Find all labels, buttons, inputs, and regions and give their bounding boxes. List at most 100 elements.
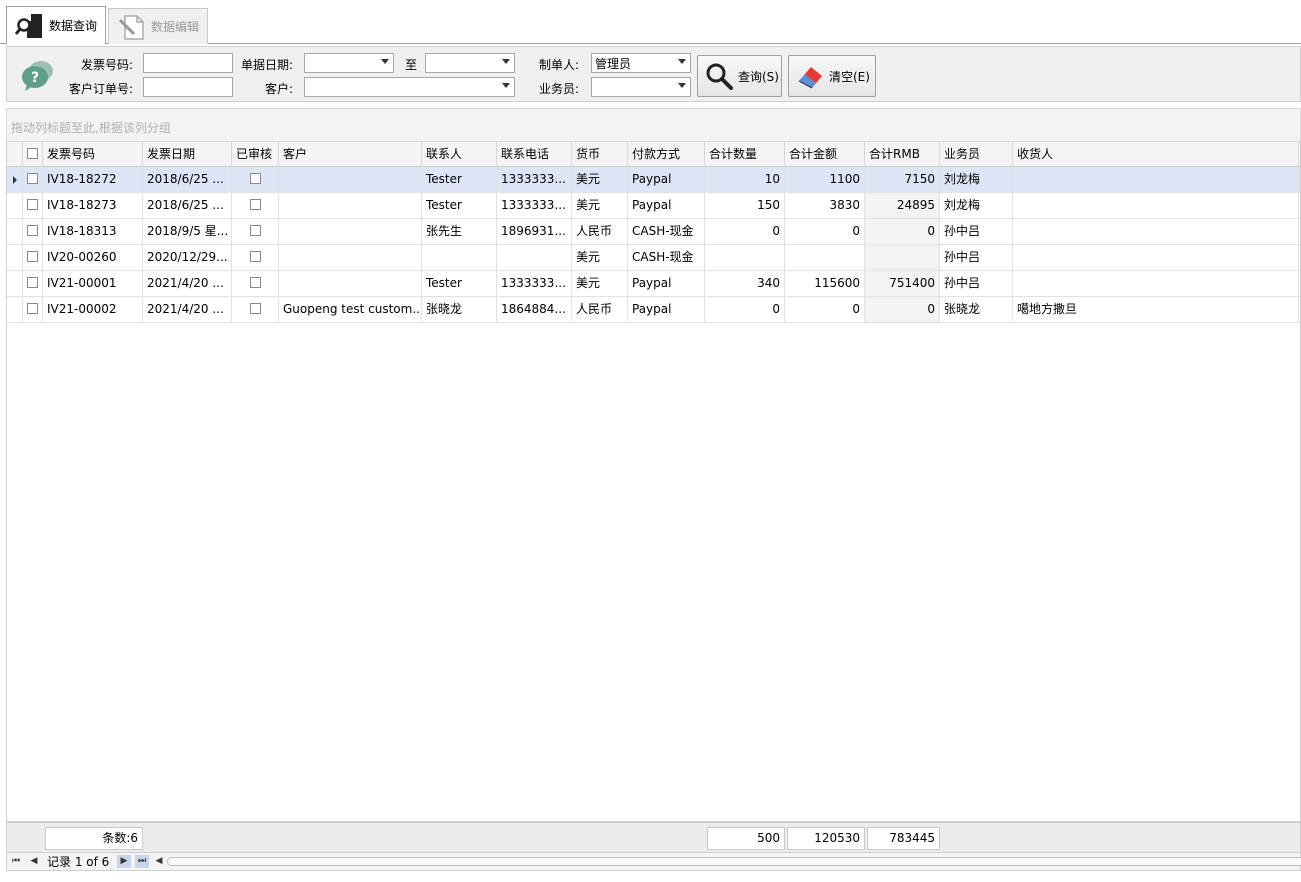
- cell-payment[interactable]: Paypal: [628, 193, 705, 218]
- tab-data-edit[interactable]: 数据编辑: [108, 8, 208, 44]
- cell-payment[interactable]: CASH-现金: [628, 219, 705, 244]
- date-from-select[interactable]: [304, 53, 394, 73]
- cell-total-amount[interactable]: 3830: [785, 193, 865, 218]
- cell-select[interactable]: [23, 219, 43, 244]
- checkbox[interactable]: [27, 277, 38, 288]
- checkbox[interactable]: [27, 251, 38, 262]
- cell-receiver[interactable]: [1013, 193, 1299, 218]
- cell-total-rmb[interactable]: 0: [865, 219, 940, 244]
- cell-receiver[interactable]: [1013, 245, 1299, 270]
- column-header-phone[interactable]: 联系电话: [497, 142, 572, 167]
- column-header-salesman[interactable]: 业务员: [940, 142, 1013, 167]
- cell-invoice-date[interactable]: 2018/6/25 ...: [143, 193, 232, 218]
- column-header-audited[interactable]: 已审核: [232, 142, 279, 167]
- salesman-select[interactable]: [591, 77, 691, 97]
- cell-select[interactable]: [23, 297, 43, 322]
- scroll-left-icon[interactable]: ◀: [152, 855, 166, 868]
- cell-currency[interactable]: 美元: [572, 245, 628, 270]
- cell-total-amount[interactable]: 0: [785, 219, 865, 244]
- cell-total-amount[interactable]: 0: [785, 297, 865, 322]
- cell-total-rmb[interactable]: 0: [865, 297, 940, 322]
- cell-audited[interactable]: [232, 245, 279, 270]
- column-header-total-amount[interactable]: 合计金额: [785, 142, 865, 167]
- cell-receiver[interactable]: [1013, 219, 1299, 244]
- cell-payment[interactable]: Paypal: [628, 167, 705, 192]
- cell-invoice-no[interactable]: IV21-00001: [43, 271, 143, 296]
- cell-audited[interactable]: [232, 271, 279, 296]
- table-row[interactable]: IV21-00001 2021/4/20 ... Tester 1333333... 美…: [7, 271, 1300, 297]
- cell-invoice-no[interactable]: IV18-18313: [43, 219, 143, 244]
- cell-customer[interactable]: [279, 219, 422, 244]
- column-header-invoice-no[interactable]: 发票号码: [43, 142, 143, 167]
- last-record-icon[interactable]: ⏭: [135, 855, 149, 868]
- cell-total-amount[interactable]: [785, 245, 865, 270]
- column-header-payment[interactable]: 付款方式: [628, 142, 705, 167]
- cell-select[interactable]: [23, 193, 43, 218]
- cell-select[interactable]: [23, 271, 43, 296]
- invoice-no-input[interactable]: [143, 53, 233, 73]
- cell-salesman[interactable]: 刘龙梅: [940, 167, 1013, 192]
- checkbox[interactable]: [27, 199, 38, 210]
- cell-payment[interactable]: CASH-现金: [628, 245, 705, 270]
- checkbox[interactable]: [249, 199, 261, 210]
- customer-select[interactable]: [304, 77, 515, 97]
- cell-audited[interactable]: [232, 193, 279, 218]
- cell-receiver[interactable]: [1013, 167, 1299, 192]
- cell-customer[interactable]: [279, 271, 422, 296]
- table-row[interactable]: IV18-18313 2018/9/5 星... 张先生 1896931... 人民币 C…: [7, 219, 1300, 245]
- cell-phone[interactable]: 1864884...: [497, 297, 572, 322]
- cell-total-qty[interactable]: 0: [705, 219, 785, 244]
- creator-select[interactable]: 管理员: [591, 53, 691, 73]
- cell-contact[interactable]: 张先生: [422, 219, 497, 244]
- checkbox[interactable]: [249, 225, 261, 236]
- cell-invoice-date[interactable]: 2018/6/25 ...: [143, 167, 232, 192]
- checkbox[interactable]: [27, 225, 38, 236]
- cell-invoice-date[interactable]: 2021/4/20 ...: [143, 297, 232, 322]
- table-row[interactable]: IV18-18273 2018/6/25 ... Tester 1333333... 美…: [7, 193, 1300, 219]
- cell-total-qty[interactable]: 150: [705, 193, 785, 218]
- checkbox[interactable]: [27, 173, 38, 184]
- cell-invoice-no[interactable]: IV20-00260: [43, 245, 143, 270]
- row-indicator[interactable]: [7, 167, 23, 192]
- checkbox[interactable]: [249, 277, 261, 288]
- column-header-contact[interactable]: 联系人: [422, 142, 497, 167]
- cell-total-rmb[interactable]: 751400: [865, 271, 940, 296]
- cell-currency[interactable]: 人民币: [572, 219, 628, 244]
- cell-customer[interactable]: [279, 245, 422, 270]
- cell-select[interactable]: [23, 167, 43, 192]
- horizontal-scrollbar[interactable]: [167, 857, 1301, 866]
- cell-invoice-date[interactable]: 2018/9/5 星...: [143, 219, 232, 244]
- cell-total-amount[interactable]: 115600: [785, 271, 865, 296]
- checkbox[interactable]: [249, 173, 261, 184]
- query-button[interactable]: 查询(S): [697, 55, 782, 97]
- cell-audited[interactable]: [232, 297, 279, 322]
- cell-salesman[interactable]: 孙中吕: [940, 271, 1013, 296]
- cell-salesman[interactable]: 张晓龙: [940, 297, 1013, 322]
- row-indicator[interactable]: [7, 297, 23, 322]
- customer-order-input[interactable]: [143, 77, 233, 97]
- row-indicator[interactable]: [7, 271, 23, 296]
- cell-invoice-no[interactable]: IV18-18272: [43, 167, 143, 192]
- cell-receiver[interactable]: 噶地方撒旦: [1013, 297, 1299, 322]
- cell-total-qty[interactable]: 10: [705, 167, 785, 192]
- tab-data-query[interactable]: 数据查询: [6, 6, 106, 45]
- cell-total-amount[interactable]: 1100: [785, 167, 865, 192]
- cell-receiver[interactable]: [1013, 271, 1299, 296]
- first-record-icon[interactable]: ⏮: [9, 855, 23, 868]
- cell-currency[interactable]: 人民币: [572, 297, 628, 322]
- prev-record-icon[interactable]: ◀: [27, 855, 41, 868]
- cell-total-rmb[interactable]: [865, 245, 940, 270]
- column-header-currency[interactable]: 货币: [572, 142, 628, 167]
- next-record-icon[interactable]: ▶: [117, 855, 131, 868]
- cell-payment[interactable]: Paypal: [628, 271, 705, 296]
- cell-phone[interactable]: [497, 245, 572, 270]
- cell-total-qty[interactable]: 340: [705, 271, 785, 296]
- cell-invoice-date[interactable]: 2020/12/29...: [143, 245, 232, 270]
- cell-audited[interactable]: [232, 219, 279, 244]
- header-select-all[interactable]: [23, 142, 43, 167]
- column-header-total-rmb[interactable]: 合计RMB: [865, 142, 940, 167]
- cell-audited[interactable]: [232, 167, 279, 192]
- column-header-customer[interactable]: 客户: [279, 142, 422, 167]
- row-indicator[interactable]: [7, 193, 23, 218]
- table-row[interactable]: IV18-18272 2018/6/25 ... Tester 1333333... 美…: [7, 167, 1300, 193]
